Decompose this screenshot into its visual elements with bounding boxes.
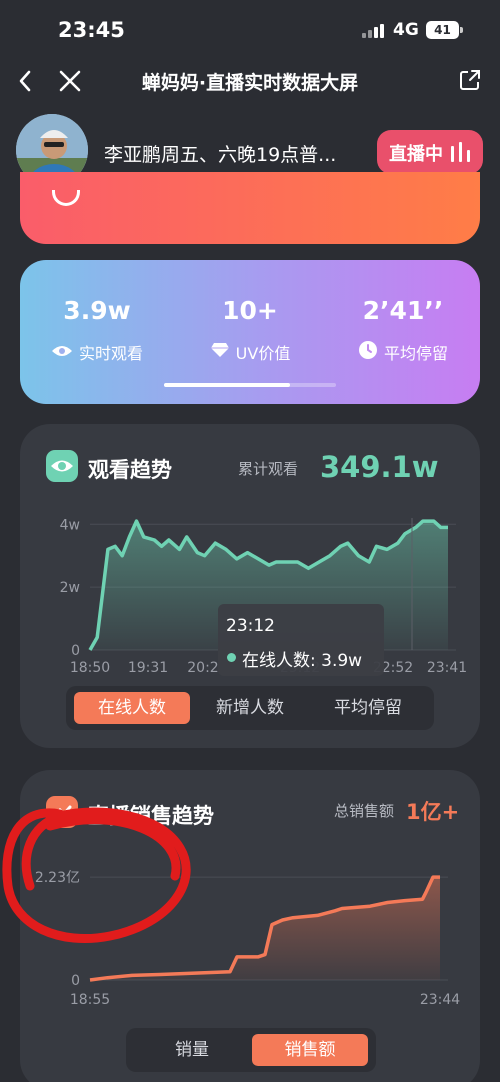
- x-tick-label: 23:44: [420, 992, 460, 1008]
- x-tick-label: 20:2: [187, 660, 218, 676]
- series-area: [90, 877, 440, 980]
- tooltip-value: 在线人数: 3.9w: [242, 651, 363, 671]
- y-tick-label: 2.23亿: [35, 870, 80, 886]
- x-tick-label: 18:50: [70, 660, 110, 676]
- y-tick-label: 0: [71, 973, 80, 989]
- tooltip-time: 23:12: [226, 616, 275, 636]
- y-tick-label: 0: [71, 643, 80, 659]
- tooltip-legend-dot: [227, 653, 236, 662]
- x-tick-label: 19:31: [128, 660, 168, 676]
- x-tick-label: 18:55: [70, 992, 110, 1008]
- x-tick-label: 23:41: [427, 660, 467, 676]
- charts-layer: 02w4w18:5019:3120:223:1222:5223:41 02.23…: [35, 517, 467, 1008]
- sales-trend-chart[interactable]: 0 2.23亿 18:55 23:44: [35, 870, 460, 1008]
- y-tick-label: 4w: [60, 517, 80, 533]
- chart-tooltip: 23:12 在线人数: 3.9w: [218, 604, 384, 676]
- y-tick-label: 2w: [60, 580, 80, 596]
